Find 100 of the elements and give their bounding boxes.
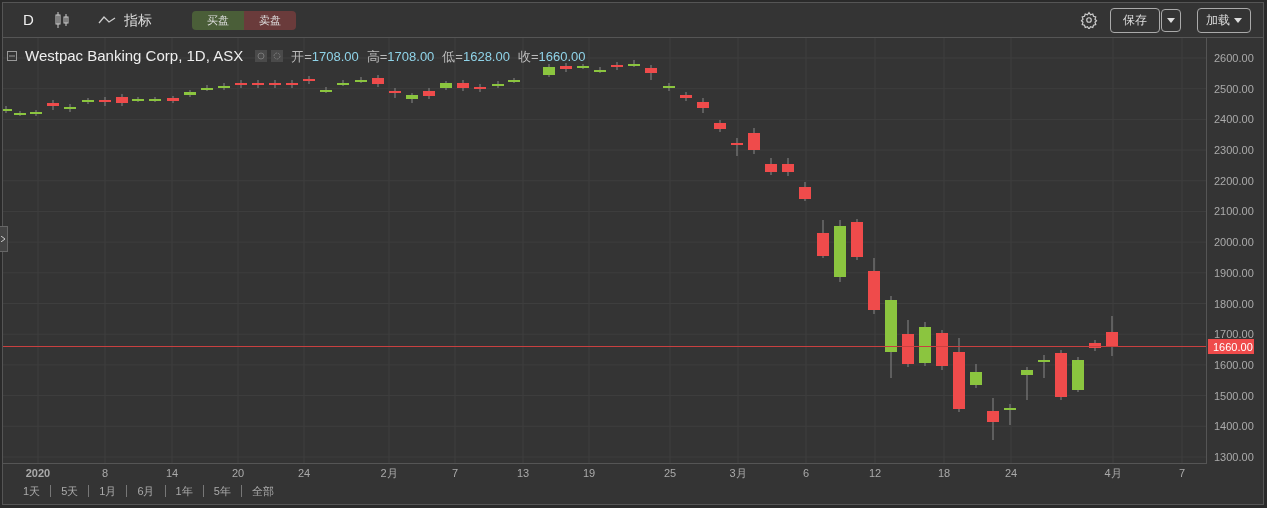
date-label: 2020 bbox=[25, 467, 51, 479]
candle bbox=[184, 89, 196, 98]
candle bbox=[1089, 339, 1101, 352]
side-panel-handle[interactable] bbox=[0, 226, 8, 252]
candle bbox=[474, 83, 486, 93]
candle bbox=[714, 119, 726, 133]
range-button[interactable]: 1天 bbox=[13, 482, 51, 500]
candlestick-icon[interactable] bbox=[53, 10, 70, 30]
candle bbox=[560, 62, 572, 73]
candle bbox=[680, 91, 692, 102]
candle bbox=[645, 64, 657, 81]
price-label: 1800.00 bbox=[1214, 297, 1254, 310]
date-label: 7 bbox=[451, 467, 459, 479]
candle bbox=[252, 79, 264, 89]
candle bbox=[611, 61, 623, 71]
sell-button[interactable]: 卖盘 bbox=[243, 10, 296, 30]
candle bbox=[286, 79, 298, 89]
current-price-badge: 1660.00 bbox=[1208, 339, 1254, 354]
candle bbox=[782, 157, 794, 177]
candle bbox=[1072, 356, 1084, 393]
caret-icon bbox=[1234, 17, 1242, 23]
candle bbox=[149, 96, 161, 103]
range-button[interactable]: 全部 bbox=[241, 482, 284, 500]
candle bbox=[817, 219, 829, 259]
range-button[interactable]: 6月 bbox=[127, 482, 165, 500]
date-label: 18 bbox=[937, 467, 951, 479]
candle bbox=[799, 181, 811, 202]
date-label: 24 bbox=[297, 467, 311, 479]
candle bbox=[508, 77, 520, 84]
candle bbox=[868, 257, 880, 315]
date-label: 4月 bbox=[1104, 467, 1122, 479]
load-button[interactable]: 加载 bbox=[1197, 7, 1251, 33]
gear-icon[interactable] bbox=[271, 50, 284, 63]
chart-title: Westpac Banking Corp, 1D, ASX bbox=[25, 46, 244, 66]
candle bbox=[1106, 315, 1118, 357]
save-dropdown-button[interactable] bbox=[1161, 8, 1181, 32]
ohlc-label: 高= bbox=[366, 47, 388, 66]
price-label: 2500.00 bbox=[1214, 82, 1254, 95]
candle bbox=[201, 84, 213, 92]
candle bbox=[492, 80, 504, 89]
candle bbox=[82, 97, 94, 105]
date-label: 25 bbox=[663, 467, 677, 479]
ohlc-label: 收= bbox=[517, 47, 539, 66]
range-button[interactable]: 1月 bbox=[89, 482, 127, 500]
price-label: 2600.00 bbox=[1214, 52, 1254, 64]
candle bbox=[919, 321, 931, 367]
price-label: 1600.00 bbox=[1214, 358, 1254, 371]
candle bbox=[697, 97, 709, 114]
price-label: 2200.00 bbox=[1214, 174, 1254, 187]
candle bbox=[987, 397, 999, 441]
range-button[interactable]: 5天 bbox=[51, 482, 89, 500]
candle bbox=[1055, 349, 1067, 401]
price-label: 1300.00 bbox=[1214, 450, 1254, 463]
date-label: 3月 bbox=[729, 467, 747, 479]
date-label: 7 bbox=[1178, 467, 1186, 479]
price-label: 1400.00 bbox=[1214, 420, 1254, 433]
chevron-right-icon bbox=[1, 236, 5, 242]
ohlc-value: 1660.00 bbox=[538, 47, 586, 66]
candle bbox=[14, 110, 26, 117]
range-button[interactable]: 5年 bbox=[203, 482, 241, 500]
candle bbox=[765, 157, 777, 176]
candle bbox=[99, 96, 111, 107]
candle bbox=[116, 93, 128, 107]
candle bbox=[355, 76, 367, 84]
buy-button[interactable]: 买盘 bbox=[191, 10, 244, 30]
collapse-icon[interactable] bbox=[7, 51, 17, 62]
caret-icon bbox=[1167, 17, 1175, 23]
ohlc-label: 开= bbox=[291, 47, 312, 66]
candle bbox=[1021, 366, 1033, 401]
price-label: 1500.00 bbox=[1214, 389, 1254, 402]
candle bbox=[337, 79, 349, 87]
settings-icon[interactable] bbox=[1080, 11, 1098, 29]
range-button[interactable]: 1年 bbox=[165, 482, 203, 500]
price-label: 1700.00 bbox=[1214, 328, 1254, 341]
candle bbox=[851, 218, 863, 261]
candle bbox=[423, 87, 435, 100]
candle bbox=[1004, 403, 1016, 426]
price-label: 1900.00 bbox=[1214, 266, 1254, 279]
candle bbox=[731, 137, 743, 157]
candle bbox=[1038, 354, 1050, 379]
save-button[interactable]: 保存 bbox=[1110, 7, 1160, 33]
candle bbox=[748, 127, 760, 155]
eye-icon[interactable] bbox=[255, 50, 268, 63]
candle bbox=[406, 92, 418, 104]
wave-line-icon bbox=[97, 15, 116, 25]
candle bbox=[320, 86, 332, 94]
candle bbox=[3, 105, 12, 114]
candle bbox=[303, 75, 315, 85]
candle bbox=[389, 87, 401, 99]
candle bbox=[269, 79, 281, 89]
candle bbox=[218, 82, 230, 91]
candle bbox=[834, 219, 846, 283]
candle bbox=[372, 74, 384, 88]
interval-button[interactable]: D bbox=[15, 8, 42, 32]
indicators-button[interactable]: 指标 bbox=[97, 9, 152, 31]
candle bbox=[64, 103, 76, 113]
date-label: 6 bbox=[802, 467, 810, 479]
candle bbox=[543, 63, 555, 78]
candle bbox=[902, 319, 914, 368]
date-label: 20 bbox=[231, 467, 245, 479]
